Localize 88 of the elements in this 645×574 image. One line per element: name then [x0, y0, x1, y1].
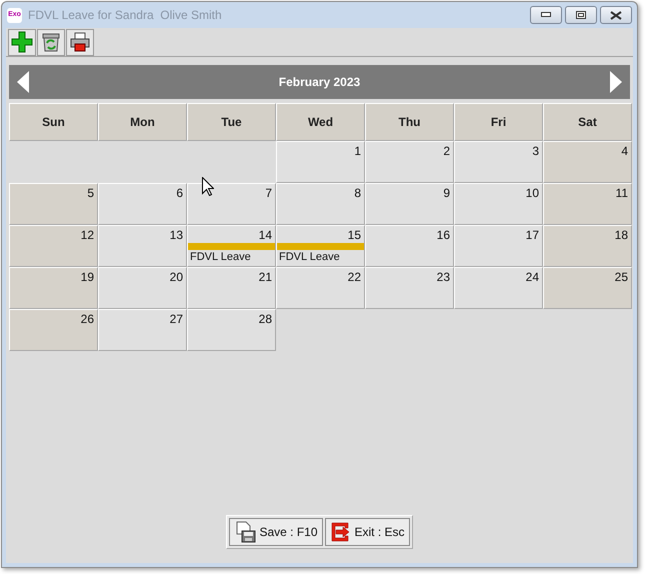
day-number: 27 [170, 312, 184, 327]
day-number: 17 [526, 228, 540, 243]
event-label: FDVL Leave [189, 250, 252, 264]
day-number: 22 [348, 270, 362, 285]
day-number: 1 [354, 144, 362, 159]
day-number: 25 [614, 270, 629, 285]
day-number: 7 [265, 186, 273, 201]
save-button[interactable]: Save : F10 [229, 518, 322, 546]
day-cell[interactable]: 12 [9, 225, 98, 267]
event-label: FDVL Leave [278, 250, 341, 264]
day-number: 24 [526, 270, 540, 285]
refresh-button[interactable] [37, 28, 65, 56]
weekday-header: Fri [454, 103, 543, 141]
mouse-pointer-icon [202, 177, 214, 196]
exit-button[interactable]: Exit : Esc [324, 518, 410, 546]
day-cell[interactable]: 4 [543, 141, 632, 183]
day-cell[interactable]: 3 [454, 141, 543, 183]
previous-month-button[interactable] [15, 70, 31, 94]
day-cell[interactable]: 13 [98, 225, 187, 267]
weekday-header: Mon [98, 103, 187, 141]
day-cell[interactable]: 18 [543, 225, 632, 267]
day-cell[interactable]: 19 [9, 267, 98, 309]
day-cell[interactable]: 26 [9, 309, 98, 351]
day-cell[interactable]: 6 [98, 183, 187, 225]
day-cell[interactable]: 22 [276, 267, 365, 309]
weekday-header: Wed [276, 103, 365, 141]
day-cell[interactable]: 14 FDVL Leave [187, 225, 276, 267]
day-cell[interactable]: 7 [187, 183, 276, 225]
minimize-icon [541, 12, 551, 18]
day-number: 5 [87, 186, 95, 201]
day-cell[interactable]: 9 [365, 183, 454, 225]
day-cell[interactable]: 10 [454, 183, 543, 225]
print-button[interactable] [66, 28, 94, 56]
next-month-button[interactable] [608, 70, 624, 94]
day-cell[interactable]: 28 [187, 309, 276, 351]
day-cell[interactable]: 21 [187, 267, 276, 309]
day-cell[interactable]: 8 [276, 183, 365, 225]
day-number: 16 [436, 228, 451, 243]
day-number: 23 [436, 270, 451, 285]
day-cell[interactable]: 24 [454, 267, 543, 309]
day-cell[interactable]: 25 [543, 267, 632, 309]
day-cell[interactable]: 11 [543, 183, 632, 225]
day-cell[interactable]: 20 [98, 267, 187, 309]
day-cell[interactable]: 16 [365, 225, 454, 267]
close-button[interactable] [600, 6, 632, 24]
day-cell[interactable]: 17 [454, 225, 543, 267]
day-number: 3 [532, 144, 540, 159]
right-triangle-icon [610, 71, 622, 93]
day-cell[interactable]: 1 [276, 141, 365, 183]
maximize-button[interactable] [565, 6, 597, 24]
add-button[interactable] [8, 28, 36, 56]
minimize-button[interactable] [530, 6, 562, 24]
maximize-icon [576, 11, 586, 19]
day-number: 10 [526, 186, 540, 201]
day-number: 26 [80, 312, 95, 327]
exit-door-icon [330, 521, 352, 543]
window-title: FDVL Leave for Sandra Olive Smith [28, 7, 222, 24]
weekday-header: Thu [365, 103, 454, 141]
day-number: 28 [258, 312, 273, 327]
month-title: February 2023 [278, 74, 360, 91]
day-number: 14 [258, 228, 273, 243]
day-number: 4 [621, 144, 629, 159]
day-cell[interactable]: 27 [98, 309, 187, 351]
printer-icon [69, 31, 91, 53]
day-number: 21 [258, 270, 273, 285]
day-number: 20 [170, 270, 184, 285]
day-cell[interactable]: 2 [365, 141, 454, 183]
day-number: 6 [176, 186, 184, 201]
day-number: 2 [443, 144, 451, 159]
day-number: 12 [80, 228, 95, 243]
day-number: 8 [354, 186, 362, 201]
day-number: 19 [80, 270, 95, 285]
day-cell[interactable]: 23 [365, 267, 454, 309]
day-cell[interactable]: 5 [9, 183, 98, 225]
weekday-header: Sat [543, 103, 632, 141]
weekday-header: Tue [187, 103, 276, 141]
weekday-header: Sun [9, 103, 98, 141]
day-number: 15 [348, 228, 362, 243]
bin-arrows-icon [40, 31, 62, 53]
close-icon [610, 10, 622, 20]
left-triangle-icon [17, 71, 29, 93]
day-cell[interactable]: 15 FDVL Leave [276, 225, 365, 267]
day-number: 13 [170, 228, 184, 243]
plus-icon [11, 31, 33, 53]
day-number: 18 [614, 228, 629, 243]
day-number: 9 [443, 186, 451, 201]
floppy-disk-icon [234, 521, 256, 543]
day-number: 11 [616, 186, 629, 201]
